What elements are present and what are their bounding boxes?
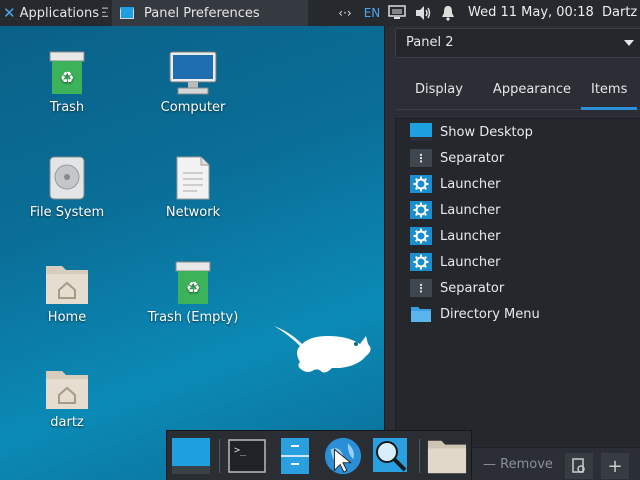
add-button[interactable]: +: [601, 453, 629, 479]
dock-terminal[interactable]: >_: [227, 436, 267, 476]
desktop-icon-trash-empty[interactable]: ♻ Trash (Empty): [143, 260, 243, 325]
desktop-icon-network[interactable]: Network: [143, 155, 243, 220]
list-item[interactable]: ⋮ Separator: [396, 275, 640, 301]
keyboard-layout-indicator[interactable]: EN: [360, 0, 384, 26]
chevron-down-icon: [624, 40, 634, 46]
prefs-tabs: Display Appearance Items: [395, 74, 640, 110]
network-icon: [176, 156, 210, 200]
panel-separator-icon: ☲: [101, 5, 108, 21]
user-menu[interactable]: Dartz: [602, 0, 637, 26]
home-folder-icon: [46, 266, 88, 304]
home-folder-icon: [427, 440, 467, 474]
duplicate-icon: [572, 458, 585, 473]
panel-select-value: Panel 2: [406, 35, 454, 50]
panel-select-dropdown[interactable]: Panel 2: [395, 28, 640, 58]
list-item[interactable]: Launcher: [396, 223, 640, 249]
terminal-icon: >_: [228, 439, 266, 473]
launcher-icon: [410, 175, 432, 193]
list-item[interactable]: ⋮ Separator: [396, 145, 640, 171]
show-desktop-icon: [172, 438, 210, 474]
desktop-icon-home[interactable]: Home: [17, 260, 117, 325]
dock-browser[interactable]: [323, 436, 363, 476]
remove-button[interactable]: — Remove: [483, 454, 553, 476]
plus-icon: +: [607, 455, 623, 477]
dock-show-desktop[interactable]: [171, 436, 211, 476]
volume-icon[interactable]: [410, 0, 436, 26]
launcher-icon: [410, 227, 432, 245]
applications-label: Applications: [19, 5, 99, 21]
file-manager-icon: [281, 438, 309, 474]
browser-icon: [324, 437, 362, 475]
svg-text:♻: ♻: [186, 278, 200, 297]
tab-items[interactable]: Items: [580, 74, 638, 110]
notification-bell-icon[interactable]: [436, 0, 460, 26]
desktop-icon-label: Network: [165, 205, 221, 220]
tab-display[interactable]: Display: [395, 74, 473, 110]
item-label: Show Desktop: [440, 124, 533, 140]
xfce-mouse-logo: [274, 326, 371, 373]
desktop-icon-trash[interactable]: ♻ Trash: [17, 50, 117, 115]
svg-text:♻: ♻: [60, 68, 74, 87]
launcher-icon: [410, 253, 432, 271]
show-desktop-icon: [410, 123, 432, 141]
list-item[interactable]: Launcher: [396, 249, 640, 275]
panel-preferences-window: Panel 2 Display Appearance Items Show De…: [384, 26, 640, 480]
desktop-icon-label: Trash (Empty): [147, 310, 239, 325]
window-icon: [120, 7, 134, 19]
desktop-icon-file-system[interactable]: File System: [17, 155, 117, 220]
desktop-icon-computer[interactable]: Computer: [143, 50, 243, 115]
item-label: Launcher: [440, 254, 501, 270]
desktop-icon-label: Trash: [49, 100, 85, 115]
user-folder-icon: [46, 371, 88, 409]
harddisk-icon: [49, 156, 85, 200]
applications-menu-button[interactable]: ✕ Applications ☲: [0, 4, 108, 22]
xfce-logo-icon: ✕: [3, 4, 16, 22]
list-item[interactable]: Launcher: [396, 171, 640, 197]
item-label: Launcher: [440, 202, 501, 218]
item-label: Directory Menu: [440, 306, 540, 322]
separator-icon: ⋮: [410, 149, 432, 167]
list-item[interactable]: Launcher: [396, 197, 640, 223]
separator-icon: ⋮: [410, 279, 432, 297]
search-icon: [373, 438, 407, 472]
display-icon[interactable]: [384, 0, 410, 26]
top-panel: ✕ Applications ☲ Panel Preferences ‹·› E…: [0, 0, 640, 26]
desktop-icon-label: File System: [29, 205, 105, 220]
folder-icon: [410, 305, 432, 323]
remove-label: Remove: [500, 457, 553, 472]
taskbar-button-panel-preferences[interactable]: Panel Preferences: [112, 0, 308, 26]
minus-icon: —: [483, 457, 496, 472]
dock-separator: [219, 439, 220, 473]
task-title: Panel Preferences: [144, 5, 260, 21]
system-tray: ‹·› EN: [330, 0, 460, 26]
trash-full-icon: ♻: [49, 51, 85, 94]
bottom-dock: >_: [166, 430, 472, 480]
dock-home-folder[interactable]: [427, 436, 467, 476]
item-label: Separator: [440, 280, 505, 296]
dock-separator: [419, 439, 420, 473]
network-icon[interactable]: ‹·›: [330, 0, 360, 26]
item-label: Separator: [440, 150, 505, 166]
list-item[interactable]: Directory Menu: [396, 301, 640, 327]
dock-search[interactable]: [371, 436, 411, 476]
list-item[interactable]: Show Desktop: [396, 119, 640, 145]
computer-icon: [169, 51, 217, 95]
svg-text:>_: >_: [234, 445, 247, 456]
tab-appearance[interactable]: Appearance: [473, 74, 581, 110]
desktop-icon-label: dartz: [50, 415, 84, 430]
item-label: Launcher: [440, 228, 501, 244]
trash-empty-icon: ♻: [175, 261, 211, 304]
launcher-icon: [410, 201, 432, 219]
desktop-icon-label: Computer: [160, 100, 226, 115]
item-label: Launcher: [440, 176, 501, 192]
dock-file-manager[interactable]: [275, 436, 315, 476]
panel-items-list: Show Desktop ⋮ Separator Launcher Launch…: [395, 118, 640, 448]
desktop-icon-dartz[interactable]: dartz: [17, 365, 117, 430]
clock[interactable]: Wed 11 May, 00:18: [468, 0, 594, 26]
desktop-icon-label: Home: [47, 310, 87, 325]
duplicate-button[interactable]: [565, 453, 593, 479]
